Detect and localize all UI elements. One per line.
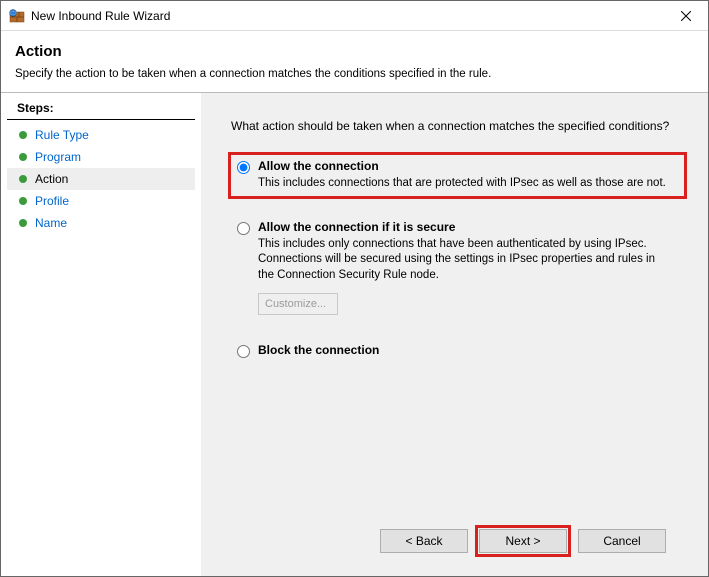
step-label: Profile (35, 194, 69, 208)
page-subtitle: Specify the action to be taken when a co… (15, 68, 694, 80)
bullet-icon (19, 219, 27, 227)
step-label: Name (35, 216, 67, 230)
main-panel: What action should be taken when a conne… (201, 93, 708, 576)
action-radio-group: Allow the connection This includes conne… (231, 155, 684, 362)
radio-allow[interactable] (237, 161, 250, 174)
radio-block[interactable] (237, 345, 250, 358)
step-program[interactable]: Program (7, 146, 195, 168)
titlebar: New Inbound Rule Wizard (1, 1, 708, 31)
wizard-window: New Inbound Rule Wizard Action Specify t… (0, 0, 709, 577)
option-allow[interactable]: Allow the connection This includes conne… (231, 155, 684, 196)
header-area: Action Specify the action to be taken wh… (1, 31, 708, 92)
bullet-icon (19, 131, 27, 139)
prompt-text: What action should be taken when a conne… (231, 119, 684, 133)
customize-button: Customize... (258, 293, 338, 315)
bullet-icon (19, 197, 27, 205)
step-label: Action (35, 172, 68, 186)
next-button[interactable]: Next > (479, 529, 567, 553)
steps-panel: Steps: Rule Type Program Action Profile … (1, 93, 201, 576)
page-title: Action (15, 43, 694, 60)
step-rule-type[interactable]: Rule Type (7, 124, 195, 146)
radio-allow-secure[interactable] (237, 222, 250, 235)
option-label: Allow the connection if it is secure (258, 220, 678, 234)
steps-header: Steps: (7, 99, 195, 120)
step-name[interactable]: Name (7, 212, 195, 234)
option-label: Allow the connection (258, 159, 678, 173)
option-desc: This includes connections that are prote… (258, 176, 678, 192)
cancel-wrap: Cancel (578, 529, 666, 553)
step-label: Program (35, 150, 81, 164)
firewall-icon (9, 8, 25, 24)
footer-buttons: < Back Next > Cancel (221, 516, 684, 566)
close-button[interactable] (663, 1, 708, 30)
cancel-button[interactable]: Cancel (578, 529, 666, 553)
option-label: Block the connection (258, 343, 678, 357)
bullet-icon (19, 153, 27, 161)
option-desc: This includes only connections that have… (258, 237, 678, 284)
step-label: Rule Type (35, 128, 89, 142)
step-profile[interactable]: Profile (7, 190, 195, 212)
body-area: Steps: Rule Type Program Action Profile … (1, 92, 708, 576)
bullet-icon (19, 175, 27, 183)
close-icon (681, 11, 691, 21)
back-button[interactable]: < Back (380, 529, 468, 553)
option-block[interactable]: Block the connection (231, 339, 684, 362)
window-title: New Inbound Rule Wizard (31, 9, 663, 23)
back-wrap: < Back (380, 529, 468, 553)
next-wrap: Next > (478, 528, 568, 554)
step-action[interactable]: Action (7, 168, 195, 190)
option-allow-secure[interactable]: Allow the connection if it is secure Thi… (231, 216, 684, 320)
